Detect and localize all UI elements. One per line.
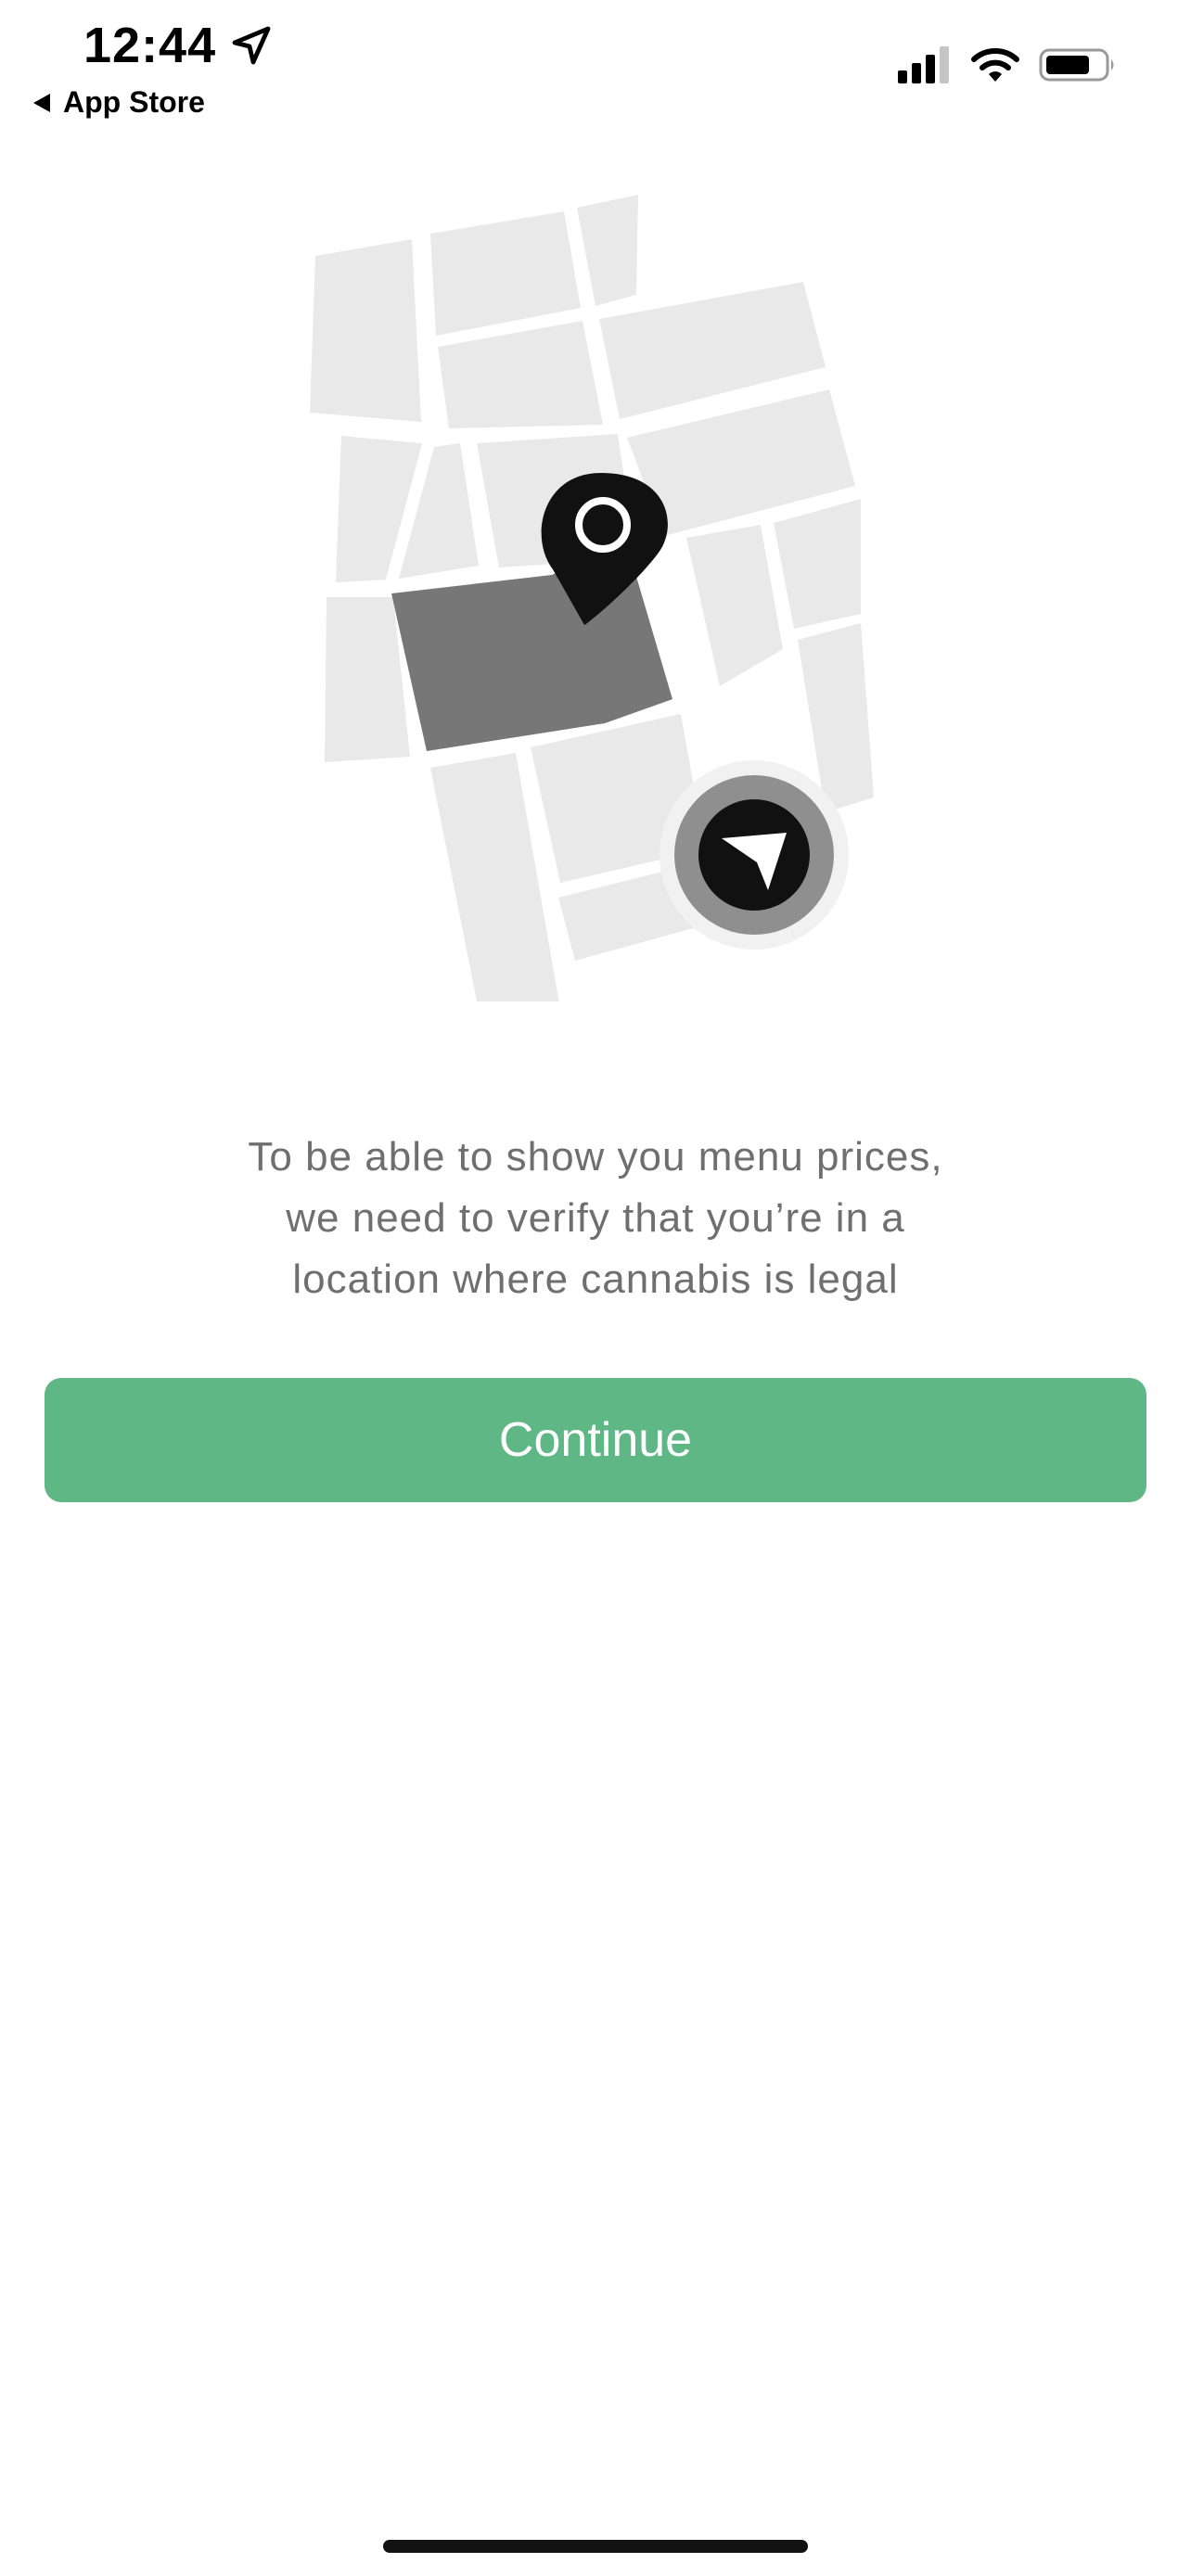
- status-icons: [898, 46, 1117, 83]
- cellular-signal-icon: [898, 46, 949, 83]
- status-time: 12:44: [83, 18, 217, 73]
- current-location-icon: [660, 760, 849, 950]
- battery-icon: [1039, 48, 1114, 82]
- message-line-3: location where cannabis is legal: [292, 1256, 899, 1302]
- back-label: App Store: [63, 85, 205, 119]
- message-line-2: we need to verify that you’re in a: [286, 1195, 905, 1241]
- message-line-1: To be able to show you menu prices,: [248, 1134, 943, 1180]
- continue-button[interactable]: Continue: [45, 1378, 1146, 1502]
- map-illustration: [310, 195, 874, 1001]
- time-row: 12:44: [83, 17, 274, 74]
- status-bar: 12:44 App Store: [0, 0, 1191, 130]
- home-indicator[interactable]: [383, 2540, 808, 2553]
- back-triangle-icon: [33, 93, 50, 112]
- back-to-app-store[interactable]: App Store: [33, 85, 205, 120]
- wifi-icon: [971, 48, 1019, 82]
- location-arrow-icon: [232, 26, 271, 65]
- location-verification-message: To be able to show you menu prices, we n…: [111, 1127, 1080, 1310]
